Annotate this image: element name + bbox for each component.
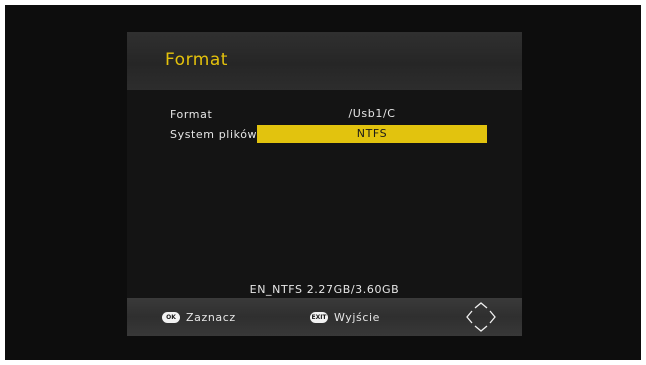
ok-hint[interactable]: OK Zaznacz	[162, 309, 236, 325]
footer-bar: OK Zaznacz EXIT Wyjście	[127, 298, 522, 336]
exit-hint-label: Wyjście	[334, 310, 381, 324]
dialog-title: Format	[165, 50, 228, 70]
filesystem-label: System plików	[170, 128, 258, 141]
storage-usage: EN_NTFS 2.27GB/3.60GB	[249, 283, 400, 296]
tv-screen: Format Format /Usb1/C System plików NTFS…	[5, 5, 641, 360]
exit-hint[interactable]: EXIT Wyjście	[310, 309, 380, 325]
format-path-value: /Usb1/C	[348, 107, 396, 120]
format-row[interactable]: Format /Usb1/C	[170, 105, 490, 123]
exit-key-icon: EXIT	[310, 311, 328, 323]
filesystem-value-selected[interactable]: NTFS	[257, 125, 487, 143]
format-label: Format	[170, 108, 213, 121]
filesystem-row[interactable]: System plików NTFS	[170, 125, 490, 143]
ok-key-icon: OK	[162, 311, 180, 323]
directional-arrows-icon	[466, 302, 496, 332]
title-bar: Format	[127, 32, 522, 90]
ok-hint-label: Zaznacz	[186, 310, 236, 324]
format-dialog: Format Format /Usb1/C System plików NTFS…	[127, 32, 522, 336]
